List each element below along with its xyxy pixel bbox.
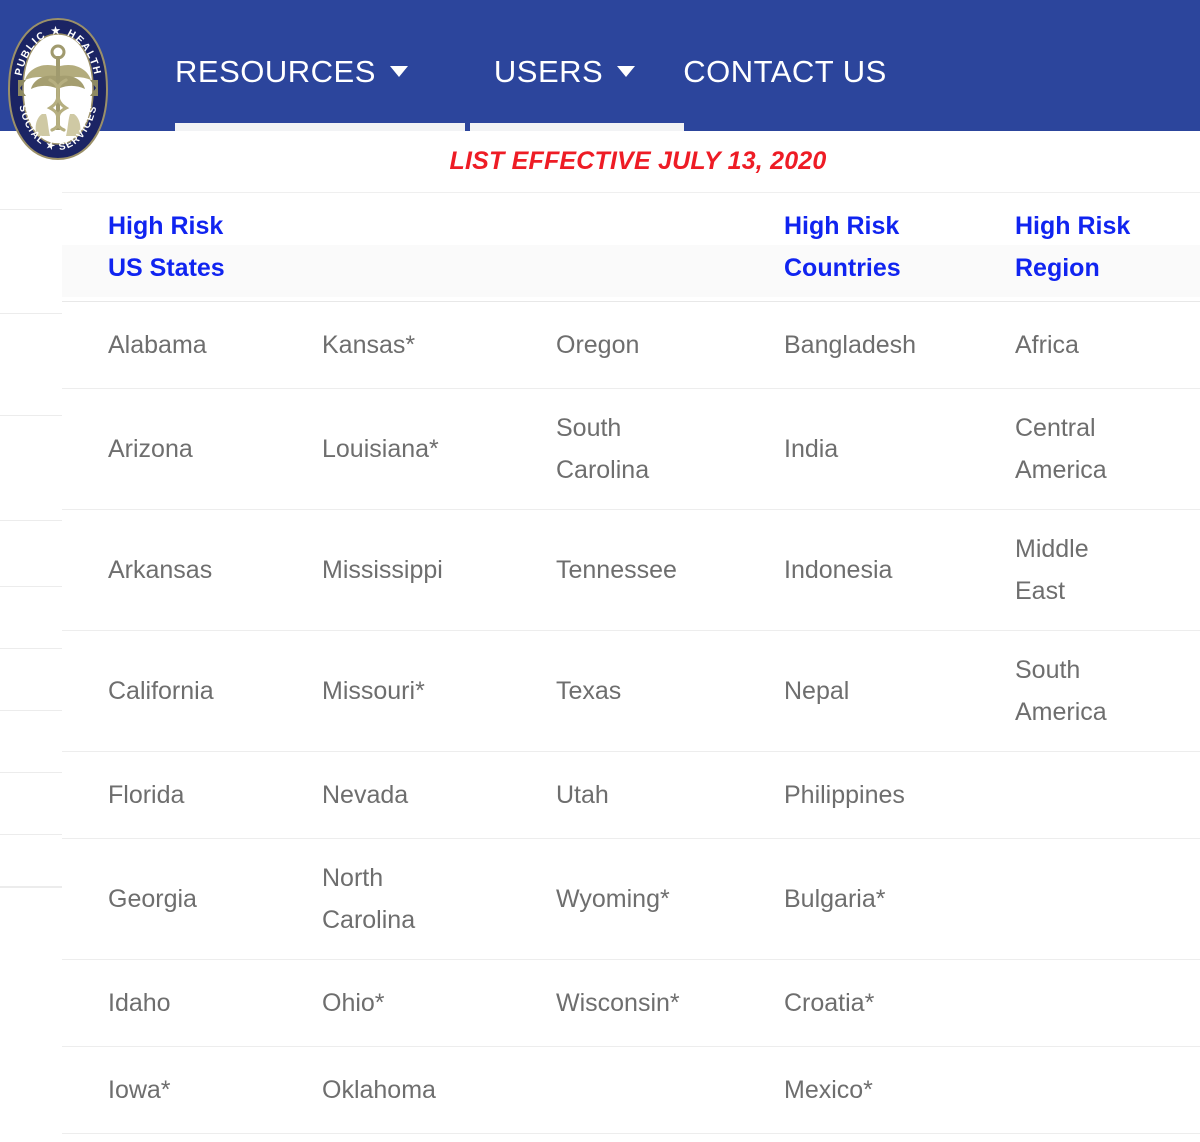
public-health-seal-icon: PUBLIC ★ HEALTH SOCIAL ★ SERVICES <box>7 17 109 161</box>
table-cell: California <box>62 630 276 752</box>
table-cell <box>984 751 1200 839</box>
main-content: LIST EFFECTIVE JULY 13, 2020 High Risk U… <box>62 131 1200 1142</box>
table-cell: Bulgaria* <box>743 838 984 960</box>
column-header-us-states-cont <box>276 193 510 302</box>
header-line: High Risk <box>784 211 900 240</box>
list-effective-title: LIST EFFECTIVE JULY 13, 2020 <box>449 147 827 175</box>
table-cell: Bangladesh <box>743 301 984 389</box>
table-cell: Idaho <box>62 959 276 1047</box>
table-cell: Nepal <box>743 630 984 752</box>
cell-line: Carolina <box>322 905 416 934</box>
table-cell: Missouri* <box>276 630 510 752</box>
header-line: High Risk <box>1015 211 1131 240</box>
table-cell <box>510 1046 743 1134</box>
table-cell: India <box>743 388 984 510</box>
nav-item-users[interactable]: USERS <box>493 0 636 131</box>
table-cell: South America <box>984 630 1200 752</box>
table-cell: Texas <box>510 630 743 752</box>
cell-line: America <box>1015 697 1107 726</box>
table-cell: Oklahoma <box>276 1046 510 1134</box>
list-effective-banner: LIST EFFECTIVE JULY 13, 2020 <box>62 131 1200 193</box>
table-cell <box>62 1133 276 1142</box>
table-cell: Wyoming* <box>510 838 743 960</box>
table-cell: North Carolina <box>276 838 510 960</box>
table-row: Alabama Kansas* Oregon Bangladesh Africa <box>62 301 1200 389</box>
cell-line: South <box>556 413 622 442</box>
table-header: High Risk US States High Risk Countries H… <box>62 193 1200 302</box>
table-cell: Georgia <box>62 838 276 960</box>
nav-item-resources[interactable]: RESOURCES <box>175 0 408 131</box>
table-cell: Wisconsin* <box>510 959 743 1047</box>
page-root: LIST EFFECTIVE JULY 13, 2020 High Risk U… <box>0 0 1200 1142</box>
table-cell: Sweden* <box>743 1133 984 1142</box>
table-cell: Florida <box>62 751 276 839</box>
table-cell <box>984 1046 1200 1134</box>
column-header-us-states-cont-2 <box>510 193 743 302</box>
table-row: Georgia North Carolina Wyoming* Bulgaria* <box>62 838 1200 960</box>
table-cell: Oregon <box>510 301 743 389</box>
cell-line: Middle <box>1015 534 1089 563</box>
table-cell: Nevada <box>276 751 510 839</box>
nav-underline-resources <box>175 123 465 131</box>
table-row: California Missouri* Texas Nepal South Americ… <box>62 630 1200 752</box>
top-navigation-bar: RESOURCES USERS CONTACT US <box>0 0 1200 131</box>
table-cell <box>984 838 1200 960</box>
table-cell <box>984 959 1200 1047</box>
table-row: Florida Nevada Utah Philippines <box>62 751 1200 839</box>
column-header-countries: High Risk Countries <box>743 193 984 302</box>
table-row: Arkansas Mississippi Tennessee Indonesia Mid… <box>62 509 1200 631</box>
table-cell: Kansas* <box>276 301 510 389</box>
table-cell: Mississippi <box>276 509 510 631</box>
chevron-down-icon[interactable] <box>389 66 408 77</box>
table-cell: Croatia* <box>743 959 984 1047</box>
nav-item-label: RESOURCES <box>175 54 376 89</box>
table-cell: Middle East <box>984 509 1200 631</box>
table-cell <box>984 1133 1200 1142</box>
table-cell: Indonesia <box>743 509 984 631</box>
table-cell: Ohio* <box>276 959 510 1047</box>
table-row: Arizona Louisiana* South Carolina India Centr… <box>62 388 1200 510</box>
table-cell: Arkansas <box>62 509 276 631</box>
cell-line: America <box>1015 455 1107 484</box>
table-cell: Utah <box>510 751 743 839</box>
nav-item-list: RESOURCES USERS CONTACT US <box>175 0 887 131</box>
header-line: Countries <box>784 253 901 282</box>
table-cell: Philippines <box>743 751 984 839</box>
table-cell: Tennessee <box>510 509 743 631</box>
table-cell: Mexico* <box>743 1046 984 1134</box>
site-logo[interactable]: PUBLIC ★ HEALTH SOCIAL ★ SERVICES <box>6 17 110 161</box>
nav-item-label: CONTACT US <box>683 54 887 89</box>
header-line: Region <box>1015 253 1100 282</box>
table-cell: Africa <box>984 301 1200 389</box>
table-cell <box>276 1133 510 1142</box>
column-header-us-states: High Risk US States <box>62 193 276 302</box>
high-risk-table: High Risk US States High Risk Countries H… <box>62 193 1200 1142</box>
cell-line: Central <box>1015 413 1096 442</box>
cell-line: East <box>1015 576 1066 605</box>
table-cell: Louisiana* <box>276 388 510 510</box>
table-cell <box>510 1133 743 1142</box>
table-row: Iowa* Oklahoma Mexico* <box>62 1046 1200 1134</box>
table-header-row: High Risk US States High Risk Countries H… <box>62 193 1200 302</box>
table-cell: Arizona <box>62 388 276 510</box>
table-cell: Central America <box>984 388 1200 510</box>
table-body: Alabama Kansas* Oregon Bangladesh Africa Ariz… <box>62 301 1200 1142</box>
nav-item-contact-us[interactable]: CONTACT US <box>683 0 887 131</box>
cell-line: North <box>322 863 384 892</box>
table-row: Idaho Ohio* Wisconsin* Croatia* <box>62 959 1200 1047</box>
column-header-region: High Risk Region <box>984 193 1200 302</box>
table-cell: Iowa* <box>62 1046 276 1134</box>
nav-item-label: USERS <box>493 54 604 89</box>
cell-line: South <box>1015 655 1081 684</box>
nav-underline-users <box>470 123 684 131</box>
chevron-down-icon[interactable] <box>617 66 636 77</box>
table-cell: Alabama <box>62 301 276 389</box>
table-cell: South Carolina <box>510 388 743 510</box>
cell-line: Carolina <box>556 455 650 484</box>
table-row: Sweden* <box>62 1133 1200 1142</box>
